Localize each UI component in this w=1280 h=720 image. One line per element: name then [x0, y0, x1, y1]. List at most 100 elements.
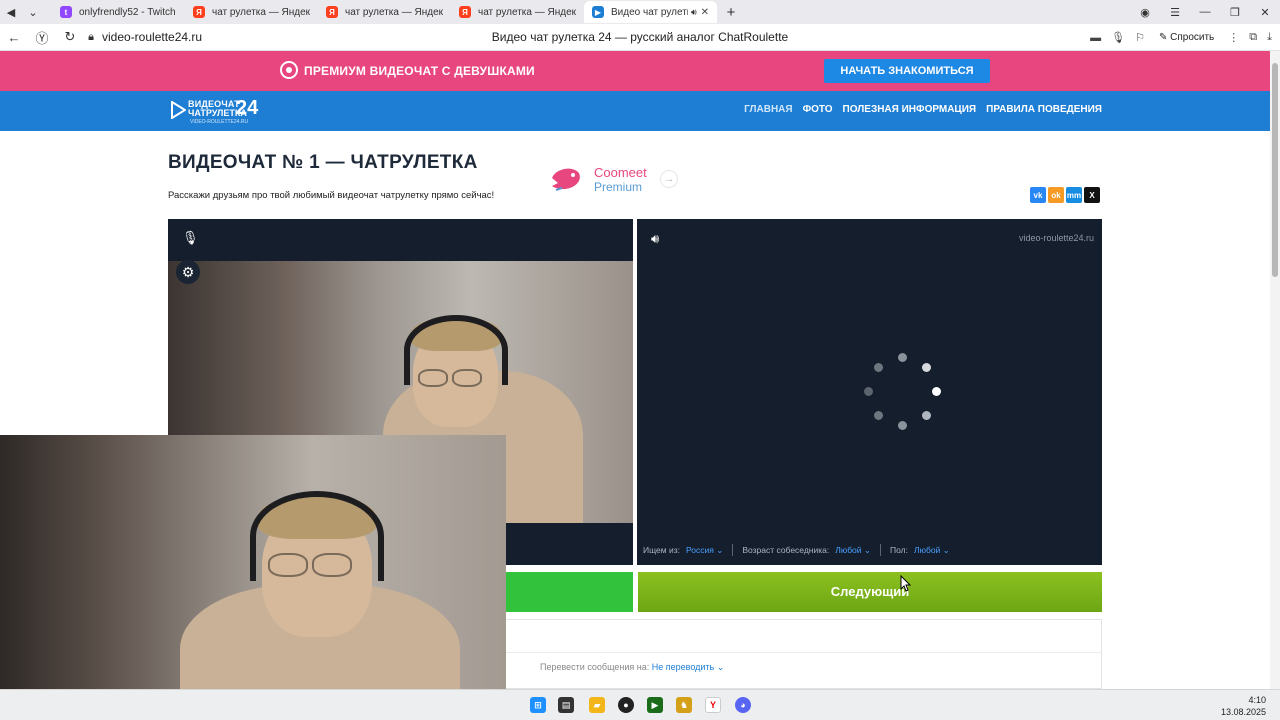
filter-divider — [880, 544, 882, 556]
yandex-home-icon[interactable]: Ⓨ — [28, 24, 56, 51]
spinner-dot — [873, 362, 883, 372]
share-button[interactable]: vk — [1030, 187, 1046, 203]
url-field[interactable]: video-roulette24.ru — [102, 30, 202, 44]
microphone-icon[interactable]: 🎙︎ — [182, 230, 199, 246]
downloads-icon[interactable]: ⤓ — [1267, 31, 1272, 44]
new-tab-button[interactable]: + — [721, 2, 741, 22]
lead-text: Расскажи друзьям про твой любимый видеоч… — [168, 190, 495, 201]
share-button[interactable]: X — [1084, 187, 1100, 203]
start-menu-icon[interactable]: ⊞ — [530, 697, 546, 713]
tab-close-icon[interactable]: ✕ — [701, 7, 709, 18]
more-icon[interactable]: ⋮ — [1228, 31, 1239, 44]
spinner-dot — [922, 362, 932, 372]
arrow-right-icon[interactable]: → — [660, 170, 678, 188]
share-button[interactable]: ok — [1048, 187, 1064, 203]
tab-audio-playing-icon[interactable]: 🔊︎ — [691, 7, 697, 18]
account-icon[interactable]: ◉ — [1130, 6, 1160, 19]
logo-domain: VIDEO-ROULETTE24.RU — [190, 119, 249, 125]
app-icon[interactable]: ♞ — [676, 697, 692, 713]
reload-button[interactable]: ↻ — [56, 24, 84, 51]
streamer-webcam-overlay — [0, 435, 506, 720]
address-bar: ← Ⓨ ↻ 🔒︎ video-roulette24.ru Видео чат р… — [0, 24, 1280, 51]
clock-time: 4:10 — [1248, 695, 1266, 705]
browser-tab[interactable]: t onlyfrendly52 - Twitch — [52, 1, 185, 23]
coomeet-subtitle: Premium — [594, 180, 643, 194]
browser-tab[interactable]: Ячат рулетка — Яндекс: на — [318, 1, 451, 23]
browser-tab[interactable]: Ячат рулетка — Яндекс: на — [185, 1, 318, 23]
main-nav: ГЛАВНАЯ ФОТО ПОЛЕЗНАЯ ИНФОРМАЦИЯ ПРАВИЛА ПО… — [744, 104, 1102, 115]
clock-date: 13.08.2025 — [1220, 707, 1266, 717]
ask-label: Спросить — [1170, 32, 1215, 43]
obs-icon[interactable]: ● — [618, 697, 634, 713]
camera-icon[interactable]: ▬ — [1090, 32, 1101, 44]
site-logo[interactable]: ВИДЕОЧАТ ЧАТРУЛЕТКА 24 VIDEO-ROULETTE24.… — [170, 97, 262, 127]
tab-title: чат рулетка — Яндекс: на — [212, 6, 310, 18]
tab-strip: t onlyfrendly52 - Twitch Ячат рулетка — Ян… — [52, 1, 717, 23]
gender-filter-select[interactable]: Любой ⌄ — [914, 545, 950, 556]
promo-banner: ПРЕМИУМ ВИДЕОЧАТ С ДЕВУШКАМИ НАЧАТЬ ЗНАК… — [0, 51, 1270, 91]
yandex-browser-icon[interactable]: Y — [705, 697, 721, 713]
tab-favicon-icon: t — [60, 6, 72, 18]
country-filter-value: Россия — [685, 544, 714, 555]
nav-item[interactable]: ПРАВИЛА ПОВЕДЕНИЯ — [986, 104, 1102, 115]
age-filter-label: Возраст собеседника: — [742, 545, 830, 555]
speaker-icon[interactable]: 🔊︎ — [651, 231, 659, 247]
coomeet-banner[interactable]: Coomeet Premium → — [548, 162, 688, 196]
age-filter-select[interactable]: Любой ⌄ — [835, 545, 871, 556]
lock-icon[interactable]: 🔒︎ — [84, 24, 98, 51]
tab-title: onlyfrendly52 - Twitch — [79, 6, 176, 18]
country-filter-select[interactable]: Россия ⌄ — [686, 545, 723, 556]
browser-tab[interactable]: Ячат рулетка — Яндекс: на — [451, 1, 584, 23]
settings-gear-icon[interactable]: ⚙ — [176, 260, 200, 284]
terminal-icon[interactable]: ▶ — [647, 697, 663, 713]
next-button[interactable]: Следующий — [638, 572, 1102, 612]
discord-icon[interactable]: ◕ — [735, 697, 751, 713]
spinner-dot — [922, 411, 932, 421]
back-button[interactable]: ← — [0, 24, 28, 51]
maximize-button[interactable]: ❐ — [1220, 6, 1250, 19]
loading-spinner — [862, 351, 942, 431]
minimize-button[interactable]: — — [1190, 6, 1220, 18]
translate-setting: Перевести сообщения на: Не переводить ⌄ — [540, 662, 724, 673]
browser-tabbar: ◀ ⌄ t onlyfrendly52 - Twitch Ячат рулетка … — [0, 0, 1280, 24]
browser-tab[interactable]: ▶ Видео чат рулетка 2🔊︎ ✕ — [584, 1, 717, 23]
main-title: ВИДЕОЧАТ № 1 — ЧАТРУЛЕТКА — [168, 152, 478, 173]
filter-divider — [732, 544, 734, 556]
task-view-icon[interactable]: ▤ — [558, 697, 574, 713]
streamer-glasses-left — [268, 553, 308, 577]
nav-item[interactable]: ПОЛЕЗНАЯ ИНФОРМАЦИЯ — [843, 104, 977, 115]
mouse-cursor-icon — [900, 575, 912, 592]
page-scrollbar[interactable] — [1270, 51, 1280, 689]
age-filter-value: Любой — [835, 544, 862, 555]
tab-audio-icon[interactable]: ◀ — [0, 1, 22, 23]
scrollbar-thumb[interactable] — [1272, 63, 1278, 277]
nav-item[interactable]: ФОТО — [803, 104, 833, 115]
bookmark-icon[interactable]: ⚐ — [1135, 31, 1145, 44]
spinner-dot — [873, 411, 883, 421]
collections-icon[interactable]: ⧉ — [1249, 31, 1257, 44]
promo-text: ПРЕМИУМ ВИДЕОЧАТ С ДЕВУШКАМИ — [304, 64, 535, 78]
share-button[interactable]: mm — [1066, 187, 1082, 203]
close-window-button[interactable]: ✕ — [1250, 6, 1280, 19]
address-bar-tools: ▬ 🎙︎ ⚐ ✎ Спросить ⋮ ⧉ ⤓ — [1090, 24, 1272, 51]
start-dating-button[interactable]: НАЧАТЬ ЗНАКОМИТЬСЯ — [824, 59, 990, 83]
window-controls: ◉ ☰ — ❐ ✕ — [1130, 0, 1280, 24]
tab-list-chevron-icon[interactable]: ⌄ — [22, 1, 44, 23]
taskbar-clock[interactable]: 4:10 13.08.2025 — [1221, 694, 1266, 718]
menu-icon[interactable]: ☰ — [1160, 6, 1190, 19]
tab-favicon-icon: ▶ — [592, 6, 604, 18]
site-header: ВИДЕОЧАТ ЧАТРУЛЕТКА 24 VIDEO-ROULETTE24.… — [0, 91, 1270, 131]
partner-video-panel: 🔊︎ video-roulette24.ru Ищем из: Россия ⌄… — [637, 219, 1102, 565]
tab-title: чат рулетка — Яндекс: на — [478, 6, 576, 18]
nav-item[interactable]: ГЛАВНАЯ — [744, 104, 793, 115]
translate-select[interactable]: Не переводить ⌄ — [652, 662, 725, 672]
spinner-dot — [898, 421, 907, 430]
ask-button[interactable]: ✎ Спросить — [1155, 32, 1218, 43]
file-explorer-icon[interactable]: ▰ — [589, 697, 605, 713]
camera-glasses-left — [418, 369, 448, 387]
microphone-icon[interactable]: 🎙︎ — [1111, 31, 1125, 44]
share-buttons: vk ok mm X — [1030, 187, 1100, 203]
tab-favicon-icon: Я — [193, 6, 205, 18]
camera-glasses-right — [452, 369, 482, 387]
gender-filter-value: Любой — [914, 544, 941, 555]
